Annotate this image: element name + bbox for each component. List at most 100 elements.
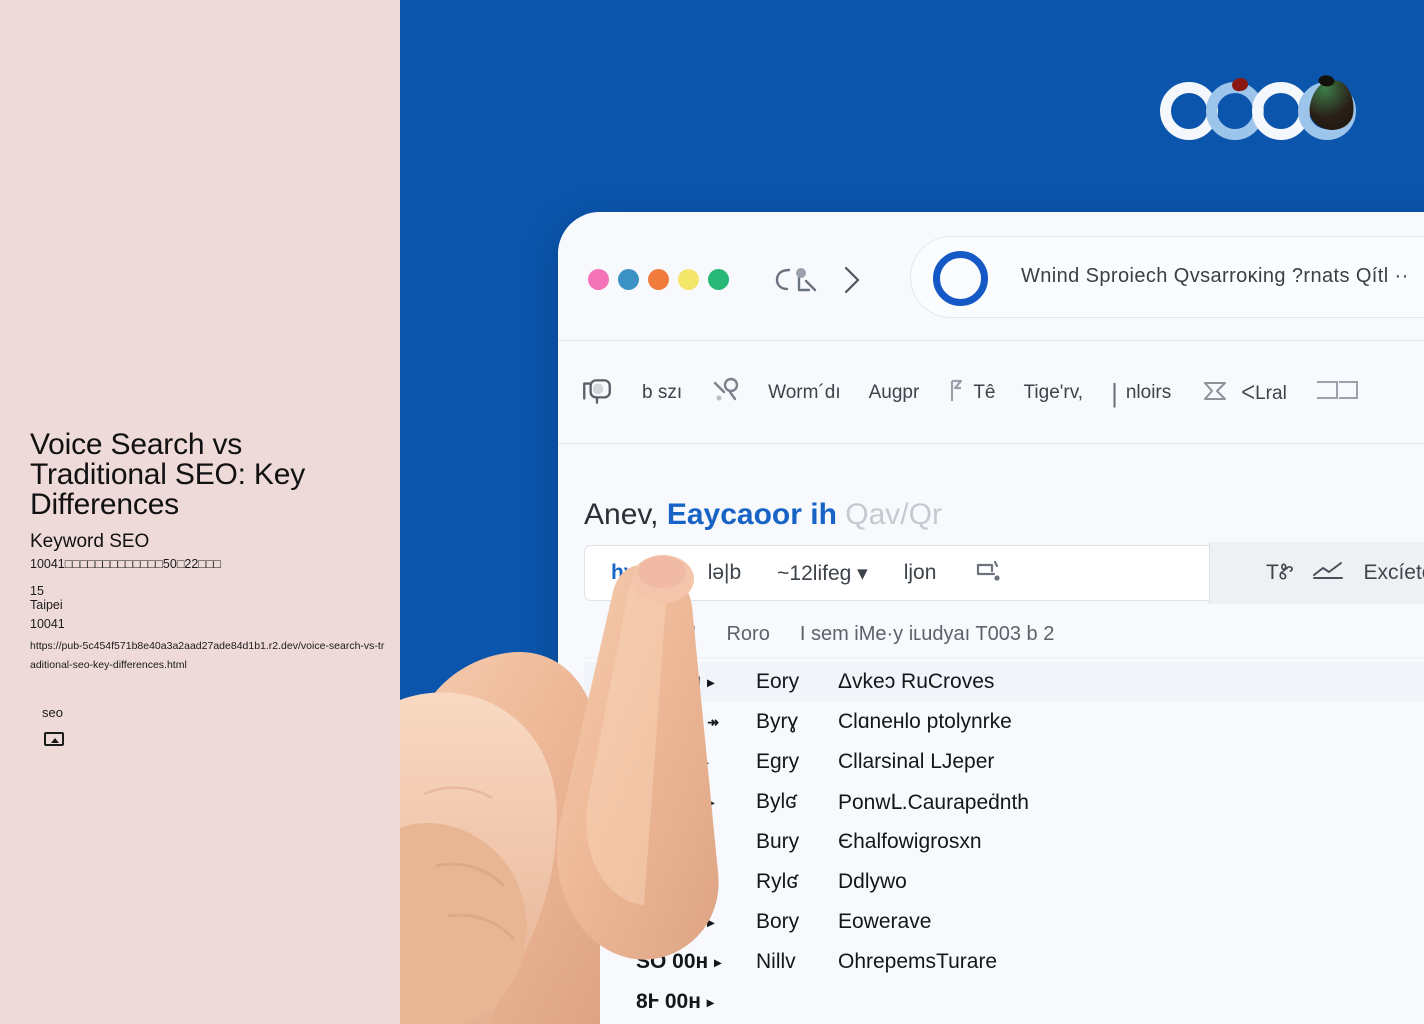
content-heading-part-c: Qav/Qr [845, 498, 942, 531]
row-volume: 8I 00ʜ ▸ [636, 750, 756, 774]
subheader-sort[interactable]: Roro [726, 623, 769, 646]
address-line: 10041□□□□□□□□□□□□□50□22□□□ [30, 557, 221, 571]
row-trend-arrow-icon: ↠ [707, 713, 719, 730]
filter-chart-icon[interactable] [972, 557, 1004, 589]
address-number: 15 [30, 584, 44, 598]
toolbar-item-filter[interactable] [710, 377, 740, 410]
article-info-panel: Voice Search vs Traditional SEO: Key Dif… [0, 0, 400, 1024]
toolbar-item-flag[interactable]: Tê [947, 377, 996, 410]
table-row[interactable]: 8Ⱶ 00ʜ ▸ [584, 982, 1424, 1022]
divider-icon: | [1111, 378, 1118, 408]
table-row[interactable]: 13 00ʜ ↠ Byrɣ Clɑneʜlo ptolynrke [584, 702, 1424, 742]
results-table: 68 00ʜ ▸ Eory Δvkeɔ RuCroves 13 00ʜ ↠ Byrɣ… [584, 662, 1424, 1022]
subheader-summary: I sem iMe·y iʟudyaı T003 b 2 [799, 623, 1055, 645]
address-city: Taipei [30, 598, 63, 612]
side-metrics-panel: TᏑ Excíetonı [1209, 542, 1424, 604]
row-trend-arrow-icon: ▸ [709, 873, 717, 890]
row-volume-value: 13 00ʜ [636, 710, 702, 733]
row-volume-value: SO 00ʜ [636, 950, 709, 973]
row-code: Nillv [756, 950, 796, 973]
row-volume: 8Ⱶ 00ʜ ▸ [636, 990, 756, 1014]
row-volume: 32 00ʜ ▸ [636, 910, 756, 934]
results-subheader: HIy ounI Roro I sem iMe·y iʟudyaı T003 b… [584, 612, 1424, 658]
dot-pink[interactable] [588, 269, 609, 290]
decorative-ring-logo [1160, 76, 1360, 146]
content-heading-part-a: Anev, [584, 498, 659, 531]
row-term: OhrepemsTurare [838, 950, 998, 973]
filter-tab-active[interactable]: hvalih [611, 561, 672, 585]
dot-blue[interactable] [618, 269, 639, 290]
row-volume-value: 8I 00ʜ [636, 750, 696, 773]
row-code: Bylʛ [756, 790, 797, 813]
row-term: Clɑneʜlo ptolynrke [838, 710, 1012, 733]
table-row[interactable]: 80 00ʜ ▸ Bylʛ PonwԼ.Caurapeḋnth [584, 782, 1424, 822]
dot-orange[interactable] [648, 269, 669, 290]
toolbar-item-6-label: Tige'rv, [1023, 382, 1084, 403]
filter-dropdown[interactable]: ~12lifeg ▾ [777, 561, 868, 586]
blue-ring-avatar-icon [933, 251, 988, 306]
row-volume-value: 82 00ʜ [636, 830, 702, 853]
row-code: Eory [756, 670, 800, 693]
grid-layout-icon [580, 377, 614, 410]
dot-yellow[interactable] [678, 269, 699, 290]
article-subtitle: Keyword SEO [30, 531, 150, 552]
search-input[interactable]: Wnind Sproiech Qvsarroᴋing ?rnats Qítl ·… [910, 236, 1424, 318]
row-code: Rylʛ [756, 870, 799, 893]
row-trend-arrow-icon: ▸ [707, 673, 715, 690]
side-label-tk: TᏑ [1266, 561, 1294, 584]
row-trend-arrow-icon: ▸ [707, 913, 715, 930]
table-row[interactable]: 17 00ʮ ▸ Rylʛ Ddlywo [584, 862, 1424, 902]
row-volume-value: 80 00ʜ [636, 790, 702, 813]
toolbar-item-8-label: ᐸLral [1241, 382, 1287, 404]
dot-green[interactable] [708, 269, 729, 290]
hero-blue-panel: Wnind Sproiech Qvsarroᴋing ?rnats Qítl ·… [400, 0, 1424, 1024]
flag-icon [947, 377, 965, 410]
toolbar-item-8[interactable]: ᐸLral [1199, 378, 1287, 409]
row-volume: 80 00ʜ ▸ [636, 790, 756, 814]
browser-titlebar: Wnind Sproiech Qvsarroᴋing ?rnats Qítl ·… [558, 212, 1424, 340]
row-term: PonwԼ.Caurapeḋnth [838, 790, 1029, 814]
table-row[interactable]: 32 00ʜ ▸ Bory Eowerave [584, 902, 1424, 942]
row-volume: SO 00ʜ ▸ [636, 950, 756, 974]
toolbar-item-4[interactable]: Augpr [869, 382, 920, 404]
toolbar-item-columns[interactable] [1315, 378, 1359, 409]
table-row[interactable]: SO 00ʜ ▸ Nillv OhrepemsTurare [584, 942, 1424, 982]
content-heading-part-b: Eaycaoor ih [666, 498, 837, 531]
tag-label: seo [42, 705, 63, 720]
layout-columns-icon [1315, 378, 1359, 409]
toolbar-item-5-label: Tê [973, 382, 996, 403]
filter-tab-region[interactable]: ljon [904, 561, 937, 585]
side-label-exception: Excíetonı [1363, 561, 1424, 584]
table-row[interactable]: 82 00ʜ ▸ Bury Єhalfowigrosxn [584, 822, 1424, 862]
row-volume: 68 00ʜ ▸ [636, 670, 756, 694]
row-term: Δvkeɔ RuCroves [838, 670, 995, 693]
filter-bar: hvalih lǝ|b ~12lifeg ▾ ljon [584, 545, 1224, 601]
subheader-count: HIy ounI [622, 623, 697, 645]
toolbar-item-1-label: b szı [642, 382, 683, 403]
row-term: Ddlywo [838, 870, 907, 893]
row-volume: 82 00ʜ ▸ [636, 830, 756, 854]
row-trend-arrow-icon: ▸ [707, 833, 715, 850]
row-trend-arrow-icon: ▸ [706, 993, 714, 1010]
arrow-swap-icon [1199, 378, 1233, 409]
window-controls[interactable] [588, 269, 729, 290]
row-volume: 17 00ʮ ▸ [636, 870, 756, 894]
chevron-right-icon[interactable] [841, 264, 863, 296]
toolbar-item-grid[interactable] [580, 377, 614, 410]
row-volume-value: 32 00ʜ [636, 910, 702, 933]
toolbar-item-7[interactable]: | nloirs [1111, 380, 1171, 406]
toolbar-item-1[interactable]: b szı [642, 382, 682, 404]
table-row[interactable]: 68 00ʜ ▸ Eory Δvkeɔ RuCroves [584, 662, 1424, 702]
toolbar-item-6[interactable]: Tige'rv, [1024, 382, 1084, 404]
content-heading: Anev, Eaycaoor ih Qav/Qr [584, 498, 942, 532]
row-code: Byrɣ [756, 710, 799, 733]
filter-tab-label[interactable]: lǝ|b [708, 561, 741, 585]
toolbar-item-3[interactable]: Worm´dı [768, 382, 840, 404]
back-navigation-icon[interactable] [773, 262, 819, 298]
toolbar-item-7-label: nloirs [1125, 382, 1172, 403]
article-url[interactable]: https://pub-5c454f571b8e40a3a2aad27ade84… [30, 637, 390, 675]
browser-window: Wnind Sproiech Qvsarroᴋing ?rnats Qítl ·… [558, 212, 1424, 1024]
table-row[interactable]: 8I 00ʜ ▸ Egry Cllarsinal LJeper [584, 742, 1424, 782]
row-volume: 13 00ʜ ↠ [636, 710, 756, 734]
row-volume-value: 17 00ʮ [636, 870, 704, 893]
